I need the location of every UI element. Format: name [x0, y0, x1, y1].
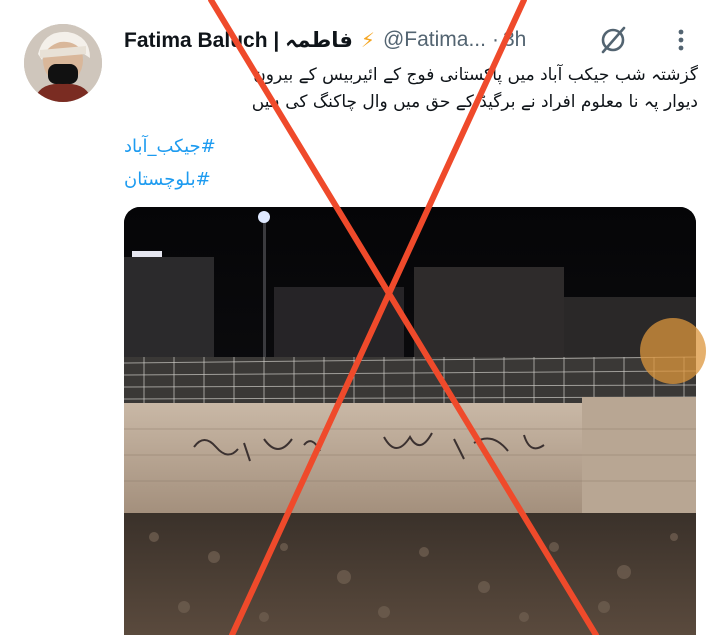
avatar[interactable]: [24, 24, 102, 102]
hashtag-list: #جیکب_آباد #بلوچستان: [124, 130, 216, 196]
hashtag-link[interactable]: #بلوچستان: [124, 163, 216, 196]
floating-overlay-button[interactable]: [640, 318, 706, 384]
post-text-line: گزشتہ شب جیکب آباد میں پاکستانی فوج کے ا…: [253, 65, 698, 85]
avatar-image: [24, 24, 102, 102]
post-text-line: دیوار پہ نا معلوم افراد نے برگیڈ کے حق م…: [251, 92, 698, 112]
post-text: گزشتہ شب جیکب آباد میں پاکستانی فوج کے ا…: [120, 62, 698, 116]
post-media-photo[interactable]: [124, 207, 696, 635]
separator-dot: ·: [491, 28, 499, 51]
hashtag-link[interactable]: #جیکب_آباد: [124, 130, 216, 163]
author-handle[interactable]: @Fatima...: [383, 28, 486, 52]
more-vertical-icon[interactable]: [672, 24, 690, 56]
post-time[interactable]: 3h: [503, 28, 526, 52]
grok-icon[interactable]: [597, 24, 629, 56]
night-wall-photo: [124, 207, 696, 635]
post-header: Fatima Baluch | فاطمہ ⚡ @Fatima... · 3h: [124, 22, 526, 58]
lightning-bolt-icon: ⚡: [360, 29, 375, 52]
author-name[interactable]: Fatima Baluch | فاطمہ: [124, 28, 353, 53]
